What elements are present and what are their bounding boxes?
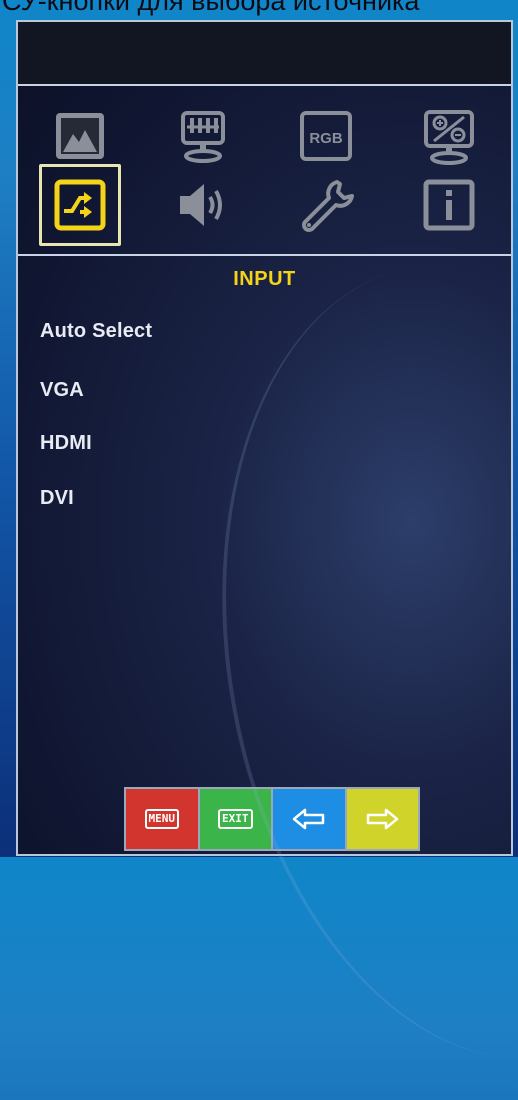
category-icon-grid: RGB <box>18 86 511 256</box>
display-settings-icon[interactable] <box>174 108 232 166</box>
right-button[interactable] <box>346 789 418 849</box>
menu-title: INPUT <box>233 268 296 290</box>
zoom-icon[interactable] <box>420 108 478 166</box>
input-option-auto-select[interactable]: Auto Select <box>40 320 152 343</box>
info-icon[interactable] <box>420 176 478 234</box>
input-option-vga[interactable]: VGA <box>40 379 84 402</box>
osd-menu-panel: RGB INPUT Auto Select VGA HDMI DVI MENU … <box>16 20 513 856</box>
input-option-dvi[interactable]: DVI <box>40 487 74 510</box>
arrow-left-icon <box>292 808 324 830</box>
osd-title-bar <box>18 22 511 86</box>
rgb-icon[interactable]: RGB <box>297 108 355 166</box>
instruction-caption: СУ-кнопки для выбора источника <box>2 0 420 16</box>
speaker-icon[interactable] <box>174 176 232 234</box>
input-option-hdmi[interactable]: HDMI <box>40 432 92 455</box>
exit-button-label: EXIT <box>218 809 253 829</box>
wrench-icon[interactable] <box>297 176 355 234</box>
navigation-button-bar: MENU EXIT <box>124 787 420 851</box>
left-button[interactable] <box>273 789 347 849</box>
picture-icon[interactable] <box>51 108 109 166</box>
exit-button[interactable]: EXIT <box>199 789 273 849</box>
input-source-icon[interactable] <box>51 176 109 234</box>
menu-button-label: MENU <box>144 809 179 829</box>
menu-button[interactable]: MENU <box>126 789 200 849</box>
rgb-icon-label: RGB <box>309 130 343 147</box>
arrow-right-icon <box>367 808 399 830</box>
